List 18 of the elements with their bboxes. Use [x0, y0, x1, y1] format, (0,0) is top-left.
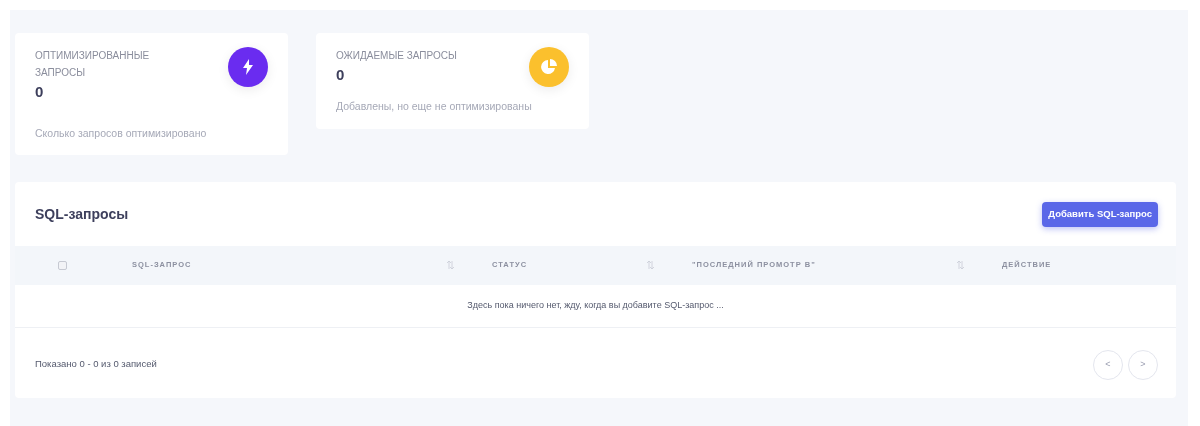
stat-value: 0 [336, 65, 346, 85]
sort-icon[interactable] [447, 261, 454, 269]
records-info: Показано 0 - 0 из 0 записей [35, 357, 157, 372]
empty-message: Здесь пока ничего нет, жду, когда вы добавите SQL-запрос ... [467, 298, 724, 312]
select-all-checkbox[interactable] [58, 260, 67, 270]
lightning-icon [243, 59, 253, 75]
add-sql-button[interactable]: Добавить SQL-запрос [1042, 202, 1158, 227]
stat-note: Сколько запросов оптимизировано [35, 125, 208, 141]
stat-title: ОЖИДАЕМЫЕ ЗАПРОСЫ [336, 49, 457, 63]
stat-title: ОПТИМИЗИРОВАННЫЕ ЗАПРОСЫ [35, 49, 151, 80]
page-button[interactable]: < [1093, 349, 1123, 380]
pie-chart-icon [541, 59, 557, 75]
card-title: SQL-запросы [35, 204, 129, 224]
stat-note: Добавлены, но еще не оптимизированы [336, 99, 533, 114]
stat-value: 0 [35, 82, 45, 102]
page-button[interactable]: > [1128, 349, 1158, 380]
sort-icon[interactable] [647, 261, 654, 269]
sort-icon[interactable] [957, 261, 964, 269]
